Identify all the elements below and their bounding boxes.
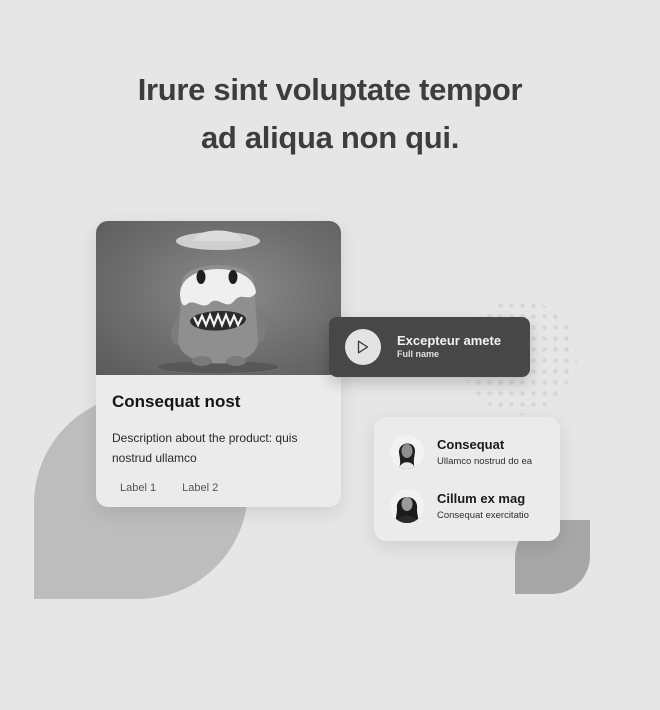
headline-line-2: ad aliqua non qui. <box>200 120 460 155</box>
product-card[interactable]: Consequat nost Description about the pro… <box>96 221 341 507</box>
play-button[interactable] <box>345 329 381 365</box>
avatar <box>390 435 424 469</box>
product-description: Description about the product: quis nost… <box>112 431 298 465</box>
monster-toy-illustration <box>158 230 278 373</box>
list-item[interactable]: Cillum ex mag Consequat exercitatio <box>390 488 560 528</box>
hero-headline: Irure sint voluptate tempor ad aliqua no… <box>0 66 660 162</box>
product-labels: Label 1 Label 2 <box>112 480 325 496</box>
person-name: Consequat <box>437 437 505 452</box>
avatar <box>390 489 424 523</box>
list-item[interactable]: Consequat Ullamco nostrud do ea <box>390 434 560 474</box>
audio-player-card[interactable]: Excepteur amete Full name <box>329 317 530 377</box>
play-icon <box>357 340 369 354</box>
product-title: Consequat nost <box>112 392 241 411</box>
headline-line-1: Irure sint voluptate tempor <box>137 72 523 107</box>
person-name: Cillum ex mag <box>437 491 526 506</box>
label-chip[interactable]: Label 2 <box>174 480 226 496</box>
product-image <box>96 221 341 375</box>
label-chip[interactable]: Label 1 <box>112 480 164 496</box>
people-list-card: Consequat Ullamco nostrud do ea Cillum e… <box>374 417 560 541</box>
player-title: Excepteur amete <box>397 333 502 348</box>
person-subtitle: Ullamco nostrud do ea <box>437 456 533 467</box>
person-subtitle: Consequat exercitatio <box>437 510 529 521</box>
player-subtitle: Full name <box>397 349 440 359</box>
